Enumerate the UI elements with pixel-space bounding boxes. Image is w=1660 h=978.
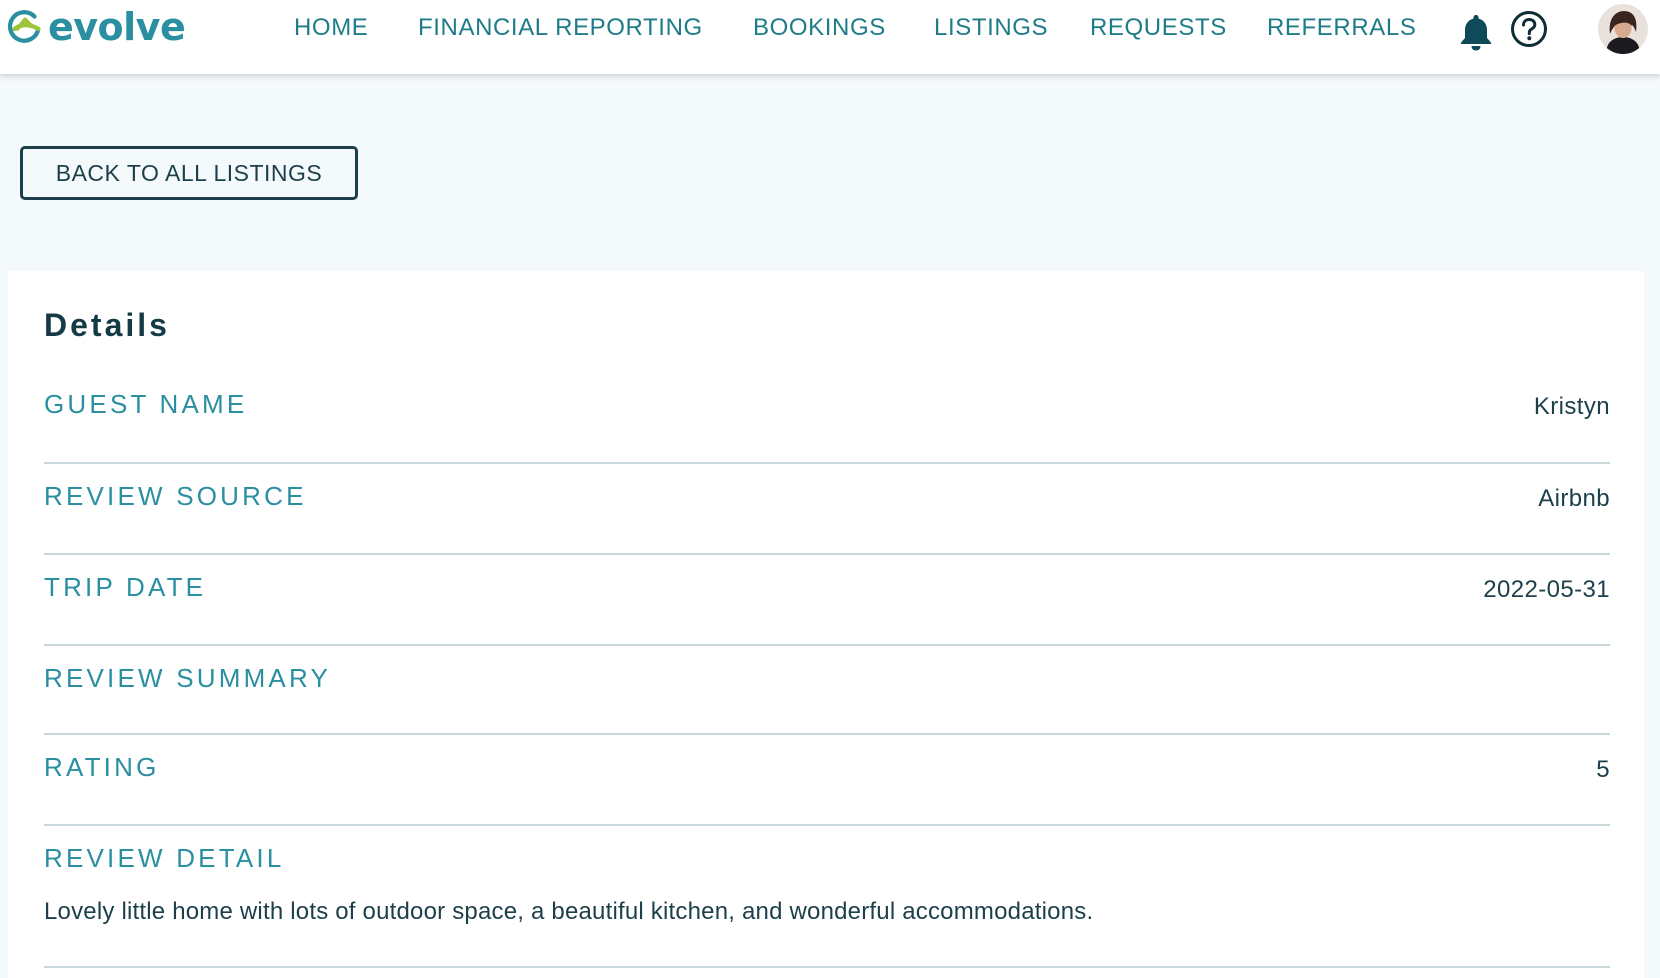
rating-label: RATING [44, 752, 160, 782]
detail-row-review-source: REVIEW SOURCE Airbnb [44, 464, 1610, 555]
bell-icon[interactable] [1458, 12, 1494, 52]
user-avatar-image [1598, 4, 1648, 54]
guest-name-value: Kristyn [1533, 393, 1610, 420]
review-source-value: Airbnb [1538, 485, 1610, 512]
review-summary-label: REVIEW SUMMARY [44, 663, 332, 693]
user-avatar[interactable] [1598, 4, 1648, 54]
detail-row-rating: RATING 5 [44, 735, 1610, 826]
details-title: Details [44, 307, 170, 343]
nav-bookings[interactable]: BOOKINGS [753, 14, 886, 42]
back-to-all-listings-button[interactable]: BACK TO ALL LISTINGS [20, 146, 358, 200]
detail-row-trip-date: TRIP DATE 2022-05-31 [44, 555, 1610, 646]
detail-row-review-summary: REVIEW SUMMARY [44, 646, 1610, 735]
guest-name-label: GUEST NAME [44, 389, 248, 419]
nav-referrals[interactable]: REFERRALS [1267, 14, 1416, 42]
detail-row-guest-name: GUEST NAME Kristyn [44, 371, 1610, 464]
rating-value: 5 [1596, 756, 1610, 783]
trip-date-label: TRIP DATE [44, 572, 207, 602]
top-navigation-bar: evolve HOME FINANCIAL REPORTING BOOKINGS… [0, 0, 1660, 74]
review-source-label: REVIEW SOURCE [44, 481, 307, 511]
trip-date-value: 2022-05-31 [1483, 576, 1610, 603]
evolve-logo-text: evolve [48, 5, 186, 49]
evolve-logo[interactable]: evolve [6, 5, 186, 49]
review-detail-label: REVIEW DETAIL [44, 843, 285, 873]
nav-financial-reporting[interactable]: FINANCIAL REPORTING [418, 14, 703, 42]
details-card: Details GUEST NAME Kristyn REVIEW SOURCE… [8, 271, 1644, 978]
detail-row-review-detail: REVIEW DETAIL Lovely little home with lo… [44, 826, 1610, 968]
help-circle-icon[interactable] [1510, 10, 1548, 48]
nav-requests[interactable]: REQUESTS [1090, 14, 1227, 42]
nav-listings[interactable]: LISTINGS [934, 14, 1048, 42]
review-detail-text: Lovely little home with lots of outdoor … [44, 898, 1094, 925]
evolve-logo-icon [7, 10, 41, 43]
nav-home[interactable]: HOME [294, 14, 368, 42]
